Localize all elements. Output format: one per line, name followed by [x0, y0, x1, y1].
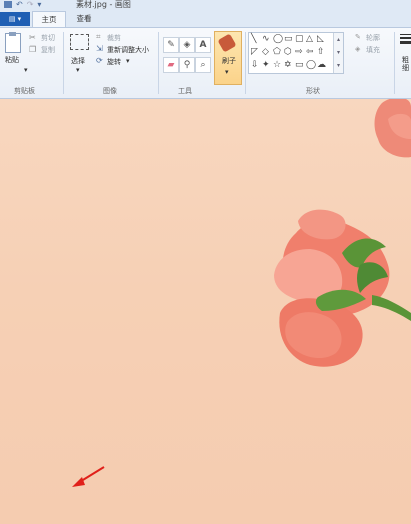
- four-point-star-shape-icon[interactable]: ✦: [262, 60, 270, 70]
- shapes-gallery: ╲ ∿ ◯ ▭ ▢ △ ◺ ◸ ◇ ⬠ ⬡ ⇨ ⇦ ⇧ ⇩ ✦ ☆ ✡ ▭ ◯ …: [248, 32, 344, 74]
- copy-button[interactable]: 复制: [41, 45, 55, 55]
- shapes-group-label: 形状: [306, 87, 320, 95]
- diamond-shape-icon[interactable]: ◇: [262, 47, 269, 57]
- canvas-image: [72, 99, 411, 487]
- copy-icon: ❐: [29, 45, 37, 54]
- quick-access-toolbar: ↶ ↷ ▾: [4, 0, 41, 9]
- window-title: 素材.jpg - 画图: [76, 0, 131, 9]
- scissors-icon: ✂: [29, 33, 36, 42]
- rotate-button[interactable]: 旋转: [107, 57, 121, 67]
- clipboard-group-label: 剪贴板: [14, 87, 35, 95]
- size-label: 粗细: [402, 56, 409, 72]
- size-icon: [400, 34, 411, 46]
- outline-button[interactable]: 轮廓: [366, 33, 380, 43]
- partial-rose-top-right: [374, 99, 411, 158]
- down-arrow-shape-icon[interactable]: ⇩: [251, 60, 259, 70]
- left-arrow-shape-icon[interactable]: ⇦: [306, 47, 314, 57]
- fill-bucket-icon: ◈: [355, 45, 361, 53]
- color-picker-icon[interactable]: ⚲: [179, 57, 195, 73]
- customize-icon[interactable]: ▾: [37, 0, 41, 9]
- divider: [63, 32, 64, 94]
- rotate-icon: ⟳: [96, 56, 103, 65]
- tab-view[interactable]: 查看: [68, 11, 100, 26]
- rectangle-shape-icon[interactable]: ▭: [284, 34, 293, 44]
- resize-button[interactable]: 重新调整大小: [107, 45, 149, 55]
- curve-shape-icon[interactable]: ∿: [262, 34, 270, 44]
- outline-icon: ✎: [355, 33, 361, 41]
- callout-rect-shape-icon[interactable]: ▭: [295, 60, 304, 70]
- select-dropdown-icon[interactable]: ▾: [76, 66, 80, 74]
- text-icon[interactable]: A: [195, 37, 211, 53]
- rose-flower: [274, 209, 390, 367]
- undo-icon[interactable]: ↶: [16, 0, 23, 9]
- tab-row: ▤ ▾ 主页 查看: [0, 10, 411, 28]
- select-icon[interactable]: [70, 34, 89, 50]
- six-point-star-shape-icon[interactable]: ✡: [284, 60, 292, 70]
- paste-dropdown-icon[interactable]: ▾: [24, 66, 28, 74]
- rotate-dropdown-icon[interactable]: ▾: [126, 57, 130, 65]
- brush-label: 刷子: [222, 57, 236, 65]
- red-arrow-annotation: [72, 466, 105, 487]
- rounded-rect-shape-icon[interactable]: ▢: [295, 34, 304, 44]
- drawing-canvas[interactable]: [0, 99, 411, 524]
- right-arrow-shape-icon[interactable]: ⇨: [295, 47, 303, 57]
- pencil-icon[interactable]: ✎: [163, 37, 179, 53]
- paste-icon[interactable]: [5, 32, 21, 53]
- select-button[interactable]: 选择: [71, 56, 85, 66]
- tab-home[interactable]: 主页: [32, 11, 66, 27]
- hexagon-shape-icon[interactable]: ⬡: [284, 47, 292, 57]
- magnifier-icon[interactable]: ⌕: [195, 57, 211, 73]
- up-arrow-shape-icon[interactable]: ⇧: [317, 47, 325, 57]
- eraser-icon[interactable]: ▰: [163, 57, 179, 73]
- triangle-shape-icon[interactable]: ◺: [317, 34, 324, 44]
- line-shape-icon[interactable]: ╲: [251, 34, 256, 44]
- cloud-shape-icon[interactable]: ☁: [317, 60, 326, 70]
- brush-dropdown-icon: ▾: [225, 68, 229, 76]
- pentagon-shape-icon[interactable]: ⬠: [273, 47, 281, 57]
- cut-button[interactable]: 剪切: [41, 33, 55, 43]
- paste-button[interactable]: 粘贴: [5, 55, 19, 65]
- five-point-star-shape-icon[interactable]: ☆: [273, 60, 281, 70]
- title-bar: ↶ ↷ ▾ 素材.jpg - 画图: [0, 0, 411, 10]
- right-triangle-shape-icon[interactable]: ◸: [251, 47, 258, 57]
- callout-oval-shape-icon[interactable]: ◯: [306, 60, 316, 70]
- image-group-label: 图像: [103, 87, 117, 95]
- divider: [394, 32, 395, 94]
- crop-icon: ⌗: [96, 32, 101, 41]
- divider: [245, 32, 246, 94]
- crop-button[interactable]: 裁剪: [107, 33, 121, 43]
- tools-group-label: 工具: [178, 87, 192, 95]
- ribbon: 粘贴 ▾ ✂ 剪切 ❐ 复制 剪贴板 选择 ▾ ⌗ 裁剪 ⇲ 重新调整大小 ⟳ …: [0, 28, 411, 99]
- file-menu-button[interactable]: ▤ ▾: [0, 12, 30, 26]
- shapes-scrollbar[interactable]: ▴ ▾ ▾: [333, 33, 343, 73]
- oval-shape-icon[interactable]: ◯: [273, 34, 283, 44]
- save-icon[interactable]: [4, 1, 12, 8]
- resize-icon: ⇲: [96, 44, 103, 53]
- fill-button[interactable]: 填充: [366, 45, 380, 55]
- fill-icon[interactable]: ◈: [179, 37, 195, 53]
- polygon-shape-icon[interactable]: △: [306, 34, 313, 44]
- brush-button[interactable]: 刷子 ▾: [214, 31, 242, 85]
- redo-icon[interactable]: ↷: [27, 0, 34, 9]
- brush-icon: [217, 33, 237, 53]
- divider: [158, 32, 159, 94]
